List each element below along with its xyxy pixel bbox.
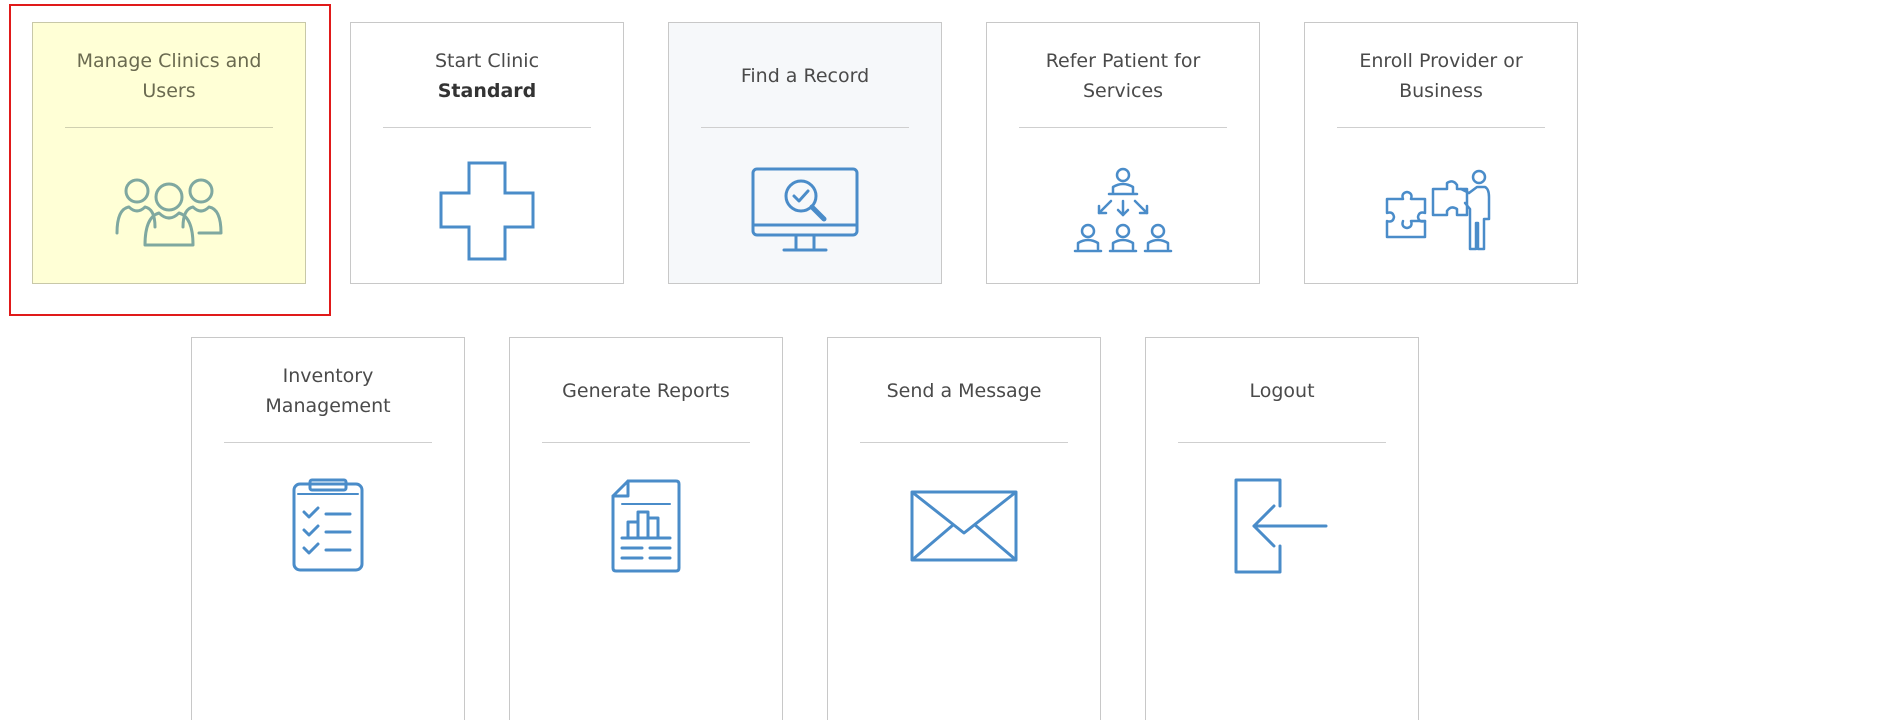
tile-inventory-management[interactable]: Inventory Management <box>191 337 465 720</box>
tile-divider <box>1337 127 1545 128</box>
tile-title: Start Clinic Standard <box>434 49 540 102</box>
tile-divider <box>1019 127 1227 128</box>
tile-title: Generate Reports <box>562 379 730 402</box>
tile-title: Inventory Management <box>265 364 391 417</box>
tile-divider <box>224 442 432 443</box>
tile-divider <box>860 442 1068 443</box>
tile-send-message[interactable]: Send a Message <box>827 337 1101 720</box>
tile-title: Logout <box>1249 379 1315 402</box>
tile-divider <box>701 127 909 128</box>
tile-start-clinic[interactable]: Start Clinic Standard <box>350 22 624 284</box>
tile-title: Find a Record <box>740 64 870 87</box>
tile-title: Refer Patient for Services <box>1045 49 1201 102</box>
tile-generate-reports[interactable]: Generate Reports <box>509 337 783 720</box>
tile-title: Manage Clinics and Users <box>76 49 262 102</box>
logout-icon <box>1146 476 1418 576</box>
tile-divider <box>542 442 750 443</box>
medical-cross-icon <box>351 161 623 261</box>
envelope-icon <box>828 476 1100 576</box>
tile-find-record[interactable]: Find a Record <box>668 22 942 284</box>
tile-enroll-provider[interactable]: Enroll Provider or Business <box>1304 22 1578 284</box>
report-document-icon <box>510 476 782 576</box>
tile-title: Enroll Provider or Business <box>1359 49 1523 102</box>
tile-refer-patient[interactable]: Refer Patient for Services <box>986 22 1260 284</box>
tile-title: Send a Message <box>886 379 1042 402</box>
tile-divider <box>65 127 273 128</box>
dashboard: Manage Clinics and Users Start Clinic St… <box>0 0 1893 720</box>
tile-manage-clinics-users[interactable]: Manage Clinics and Users <box>32 22 306 284</box>
monitor-search-icon <box>669 161 941 261</box>
tile-divider <box>1178 442 1386 443</box>
referral-hierarchy-icon <box>987 161 1259 261</box>
users-icon <box>33 161 305 261</box>
puzzle-person-icon <box>1305 161 1577 261</box>
checklist-clipboard-icon <box>192 476 464 576</box>
tile-logout[interactable]: Logout <box>1145 337 1419 720</box>
tile-divider <box>383 127 591 128</box>
